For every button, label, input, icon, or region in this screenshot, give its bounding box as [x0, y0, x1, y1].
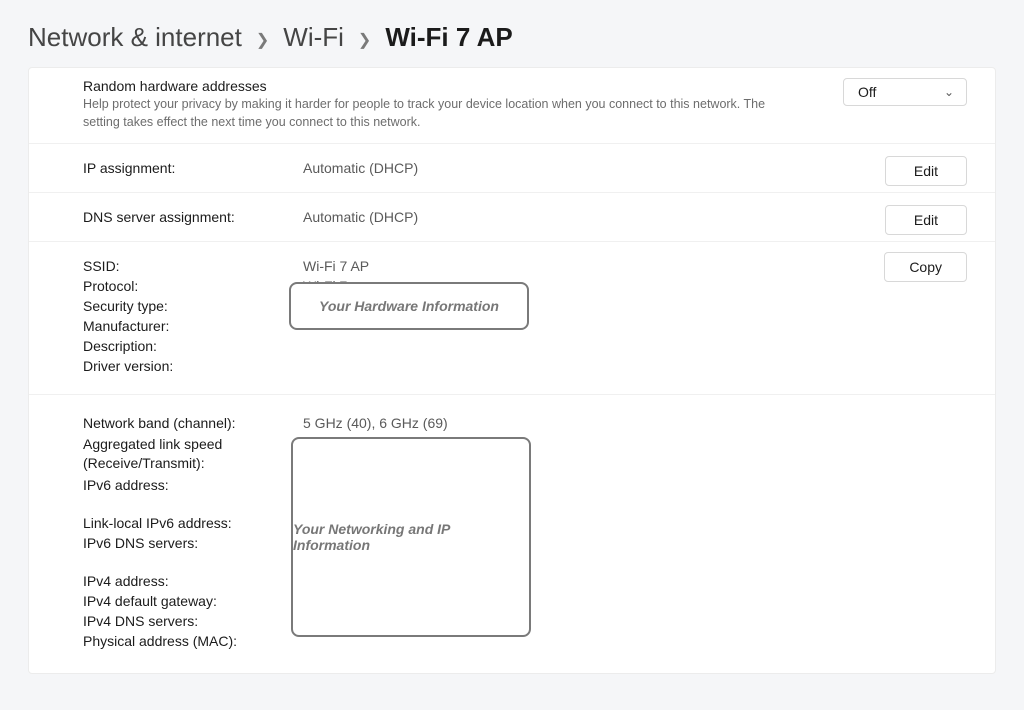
manufacturer-label: Manufacturer:	[83, 318, 303, 334]
network-info-placeholder: Your Networking and IP Information	[291, 437, 531, 637]
protocol-label: Protocol:	[83, 278, 303, 294]
section-connection-info: Copy SSID: Wi-Fi 7 AP Protocol: Wi-Fi 7 …	[29, 242, 995, 395]
ssid-value: Wi-Fi 7 AP	[303, 258, 369, 274]
ipv4gw-label: IPv4 default gateway:	[83, 593, 303, 609]
dns-assignment-label: DNS server assignment:	[83, 209, 303, 225]
random-hw-desc: Help protect your privacy by making it h…	[83, 96, 783, 131]
mac-label: Physical address (MAC):	[83, 633, 303, 649]
copy-button[interactable]: Copy	[884, 252, 967, 282]
band-value: 5 GHz (40), 6 GHz (69)	[303, 415, 448, 431]
chevron-right-icon: ❯	[358, 26, 371, 50]
description-label: Description:	[83, 338, 303, 354]
ipv4-label: IPv4 address:	[83, 573, 303, 589]
band-label: Network band (channel):	[83, 415, 303, 431]
breadcrumb-wifi[interactable]: Wi-Fi	[283, 22, 344, 53]
random-hw-dropdown-value: Off	[858, 84, 876, 100]
breadcrumb-root[interactable]: Network & internet	[28, 22, 242, 53]
ipv6-label: IPv6 address:	[83, 477, 303, 493]
ip-assignment-value: Automatic (DHCP)	[303, 160, 418, 176]
chevron-right-icon: ❯	[256, 26, 269, 50]
dns-assignment-value: Automatic (DHCP)	[303, 209, 418, 225]
section-ip-assignment: IP assignment: Automatic (DHCP) Edit	[29, 144, 995, 193]
breadcrumb-current: Wi-Fi 7 AP	[385, 22, 512, 53]
random-hw-dropdown[interactable]: Off ⌄	[843, 78, 967, 106]
speed-label: Aggregated link speed (Receive/Transmit)…	[83, 435, 303, 473]
section-network-info: Network band (channel): 5 GHz (40), 6 GH…	[29, 395, 995, 673]
ssid-label: SSID:	[83, 258, 303, 274]
random-hw-title: Random hardware addresses	[83, 78, 941, 94]
settings-panel: Random hardware addresses Help protect y…	[28, 67, 996, 674]
edit-ip-button[interactable]: Edit	[885, 156, 967, 186]
hardware-info-placeholder: Your Hardware Information	[289, 282, 529, 330]
ipv4dns-label: IPv4 DNS servers:	[83, 613, 303, 629]
security-label: Security type:	[83, 298, 303, 314]
driver-label: Driver version:	[83, 358, 303, 374]
chevron-down-icon: ⌄	[944, 85, 954, 99]
edit-dns-button[interactable]: Edit	[885, 205, 967, 235]
section-dns-assignment: DNS server assignment: Automatic (DHCP) …	[29, 193, 995, 242]
ip-assignment-label: IP assignment:	[83, 160, 303, 176]
linklocal-label: Link-local IPv6 address:	[83, 515, 303, 531]
breadcrumb: Network & internet ❯ Wi-Fi ❯ Wi-Fi 7 AP	[0, 0, 1024, 67]
section-random-hw: Random hardware addresses Help protect y…	[29, 68, 995, 144]
ipv6dns-label: IPv6 DNS servers:	[83, 535, 303, 551]
